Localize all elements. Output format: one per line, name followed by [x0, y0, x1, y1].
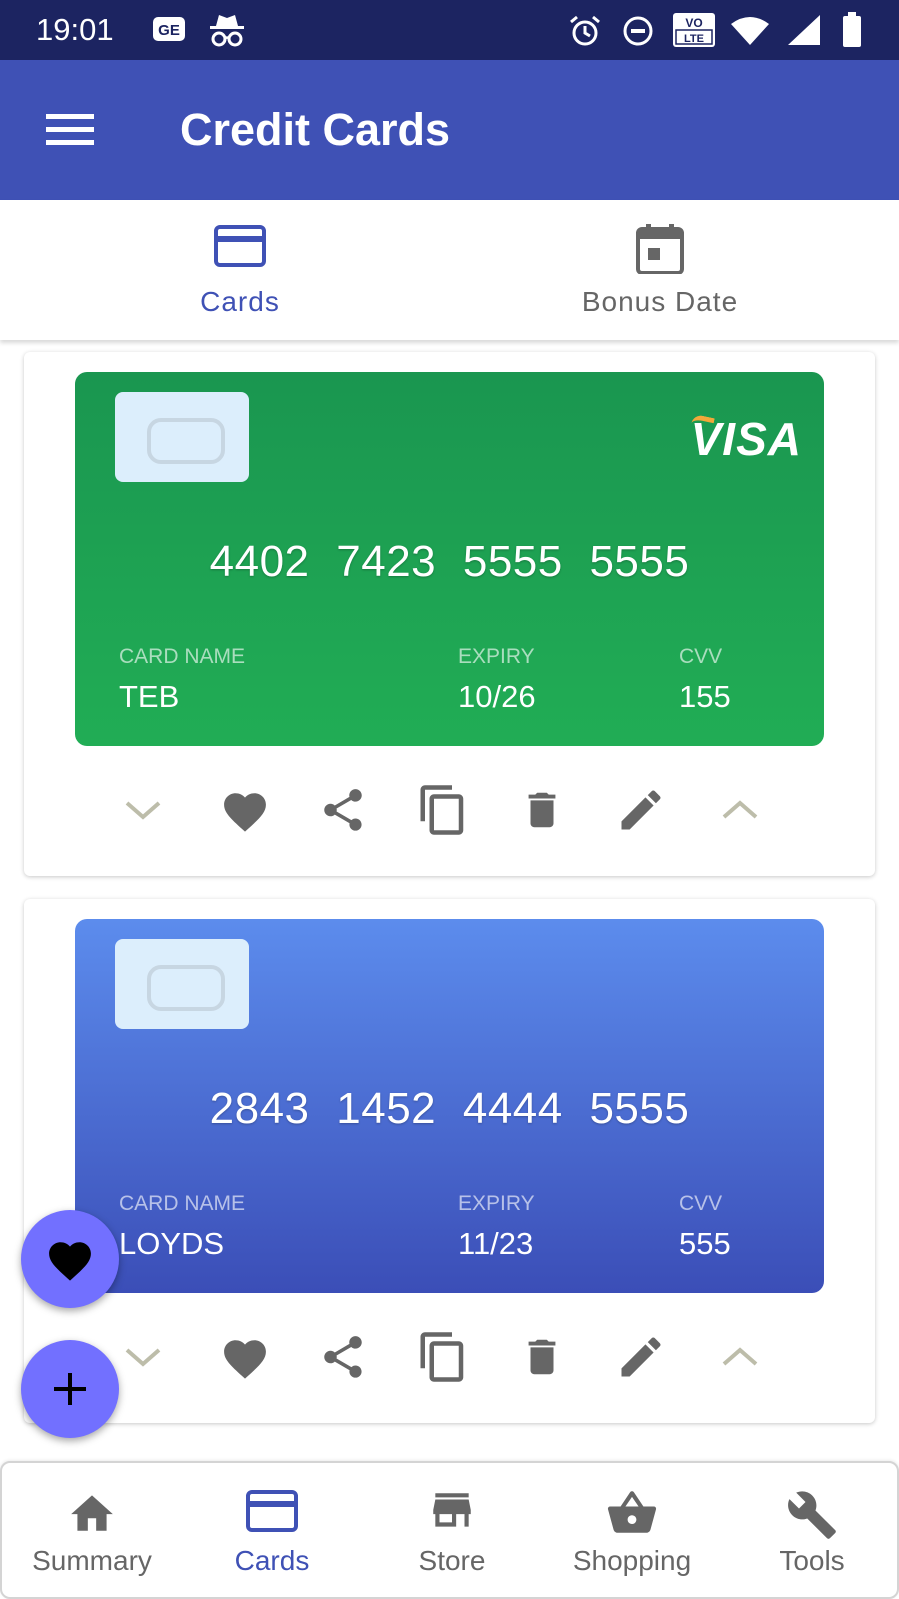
- delete-icon[interactable]: [512, 780, 572, 840]
- share-icon[interactable]: [313, 1327, 373, 1387]
- cvv-label: CVV: [679, 645, 723, 668]
- heart-icon[interactable]: [215, 1327, 275, 1387]
- expiry-label: EXPIRY: [458, 1192, 535, 1215]
- cvv-label: CVV: [679, 1192, 723, 1215]
- expiry-label: EXPIRY: [458, 645, 535, 668]
- copy-icon[interactable]: [413, 780, 473, 840]
- home-icon: [71, 1495, 113, 1531]
- svg-text:GE: GE: [158, 22, 180, 39]
- calendar-icon: [636, 224, 684, 274]
- edit-icon[interactable]: [611, 1327, 671, 1387]
- svg-text:VO: VO: [685, 16, 702, 30]
- share-icon[interactable]: [313, 780, 373, 840]
- svg-text:LTE: LTE: [684, 33, 704, 45]
- copy-icon[interactable]: [413, 1327, 473, 1387]
- delete-icon[interactable]: [512, 1327, 572, 1387]
- battery-icon: [843, 12, 861, 47]
- credit-card-icon: [214, 225, 266, 267]
- store-icon: [433, 1493, 471, 1527]
- credit-card-item: VISA 4402 7423 5555 5555 CARD NAME EXPIR…: [24, 352, 875, 876]
- cvv-value: 555: [679, 1226, 731, 1261]
- visa-logo: VISA: [690, 413, 802, 465]
- tab-cards[interactable]: Cards: [30, 200, 450, 340]
- card-name-value: LOYDS: [119, 1226, 225, 1261]
- heart-icon[interactable]: [215, 780, 275, 840]
- credit-card-item: 2843 1452 4444 5555 CARD NAME EXPIRY CVV…: [24, 899, 875, 1423]
- tab-bar: Cards Bonus Date: [0, 200, 899, 340]
- card-actions: [24, 1303, 875, 1413]
- wrench-icon: [788, 1491, 836, 1539]
- expiry-value: 11/23: [458, 1226, 534, 1261]
- nav-cards[interactable]: Cards: [182, 1463, 362, 1597]
- basket-icon: [607, 1491, 657, 1533]
- chevron-down-icon[interactable]: [113, 1327, 173, 1387]
- status-time: 19:01: [36, 12, 114, 47]
- heart-icon: [49, 1242, 91, 1281]
- chevron-up-icon[interactable]: [710, 780, 770, 840]
- volte-icon: VO LTE: [673, 13, 715, 47]
- nav-tools[interactable]: Tools: [722, 1463, 899, 1597]
- chip-icon: [115, 939, 249, 1029]
- menu-icon[interactable]: [46, 110, 94, 150]
- do-not-disturb-icon: [623, 16, 653, 46]
- alarm-icon: [570, 15, 600, 46]
- edit-icon[interactable]: [611, 780, 671, 840]
- bottom-navigation: Summary Cards Store Shopping Tools: [0, 1461, 899, 1599]
- credit-card-face[interactable]: 2843 1452 4444 5555 CARD NAME EXPIRY CVV…: [75, 919, 824, 1293]
- nav-tools-label: Tools: [779, 1545, 845, 1576]
- nav-store-label: Store: [418, 1545, 486, 1576]
- incognito-icon: [210, 15, 244, 47]
- add-fab[interactable]: [21, 1340, 119, 1438]
- tab-bonus-date-label: Bonus Date: [581, 286, 739, 317]
- card-actions: [24, 756, 875, 866]
- nav-summary[interactable]: Summary: [2, 1463, 182, 1597]
- wifi-icon: [731, 17, 769, 45]
- status-bar: 19:01 GE VO LTE: [0, 0, 899, 60]
- favorite-fab[interactable]: [21, 1210, 119, 1308]
- tab-cards-label: Cards: [200, 286, 280, 317]
- nav-summary-label: Summary: [32, 1545, 152, 1576]
- page-title: Credit Cards: [180, 104, 451, 155]
- plus-icon: [54, 1373, 86, 1405]
- app-bar: Credit Cards: [0, 60, 899, 200]
- card-name-label: CARD NAME: [119, 645, 246, 668]
- ge-badge-icon: GE: [153, 17, 185, 41]
- card-number: 4402 7423 5555 5555: [209, 537, 690, 586]
- card-name-label: CARD NAME: [119, 1192, 246, 1215]
- chevron-up-icon[interactable]: [710, 1327, 770, 1387]
- cell-signal-icon: [788, 15, 820, 45]
- card-number: 2843 1452 4444 5555: [209, 1084, 690, 1133]
- credit-card-face[interactable]: VISA 4402 7423 5555 5555 CARD NAME EXPIR…: [75, 372, 824, 746]
- nav-cards-label: Cards: [234, 1545, 310, 1576]
- cvv-value: 155: [679, 679, 731, 714]
- card-name-value: TEB: [119, 679, 180, 714]
- nav-shopping-label: Shopping: [572, 1545, 692, 1576]
- nav-store[interactable]: Store: [362, 1463, 542, 1597]
- credit-card-icon: [246, 1490, 298, 1532]
- expiry-value: 10/26: [458, 679, 536, 714]
- chip-icon: [115, 392, 249, 482]
- tab-bonus-date[interactable]: Bonus Date: [450, 200, 870, 340]
- nav-shopping[interactable]: Shopping: [542, 1463, 722, 1597]
- chevron-down-icon[interactable]: [113, 780, 173, 840]
